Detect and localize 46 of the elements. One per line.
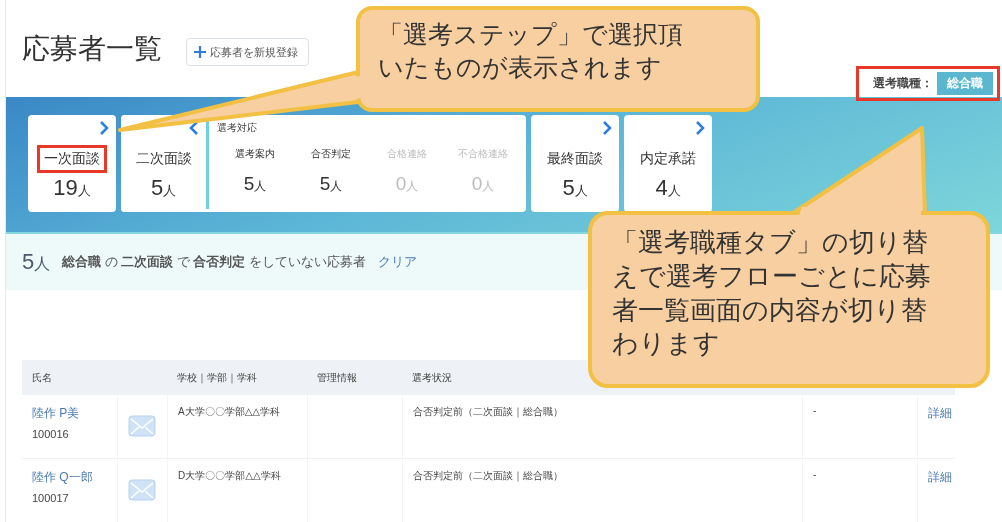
step-card[interactable]: 一次面談 19人 <box>28 115 116 212</box>
filter-description: 総合職 の 二次面談 で 合否判定 をしていない応募者 <box>62 253 366 271</box>
chevron-icon[interactable] <box>99 121 109 135</box>
step-count: 19人 <box>53 175 91 201</box>
column-header: 学校｜学部｜学科 <box>176 370 258 385</box>
column-header: 管理情報 <box>316 370 358 385</box>
substep-count: 0人 <box>395 173 419 195</box>
school-cell: D大学〇〇学部△△学科 <box>167 459 307 522</box>
add-applicant-button[interactable]: 応募者を新規登録 <box>186 38 309 66</box>
substep-count: 5人 <box>243 173 267 195</box>
group-title: 選考対応 <box>217 121 258 135</box>
plus-icon <box>193 45 207 59</box>
applicant-name-link[interactable]: 陸作 Q一郎 <box>32 469 117 486</box>
status-cell: 合否判定前（二次面談｜総合職） <box>402 395 802 458</box>
applicant-id: 100016 <box>32 428 70 440</box>
school-cell: A大学〇〇学部△△学科 <box>167 395 307 458</box>
callout-text: 「選考職種タブ」の切り替えで選考フローごとに応募者一覧画面の内容が切り替わります <box>612 226 932 361</box>
step-card[interactable]: 最終面談 5人 <box>531 115 619 212</box>
step-count: 5人 <box>150 175 177 201</box>
substep-count: 5人 <box>319 173 343 195</box>
column-header: 選考状況 <box>411 370 453 385</box>
substep-count: 0人 <box>471 173 495 195</box>
chevron-icon[interactable] <box>602 121 612 135</box>
substep-label[interactable]: 選考案内 <box>235 147 275 161</box>
column-header: 氏名 <box>31 370 53 385</box>
status-cell: 合否判定前（二次面談｜総合職） <box>402 459 802 522</box>
substep-label[interactable]: 合否判定 <box>311 147 351 161</box>
job-type-label: 選考職種： <box>873 75 933 92</box>
step-count: 5人 <box>562 175 588 201</box>
result-count: 5人 <box>22 249 51 275</box>
detail-link[interactable]: 詳細 <box>928 470 952 484</box>
step-card[interactable]: 内定承諾 4人 <box>624 115 712 212</box>
step-label: 内定承諾 <box>639 149 697 168</box>
page-title: 応募者一覧 <box>22 32 162 66</box>
callout-text: 「選考ステップ」で選択頂いたものが表示されます <box>378 19 684 83</box>
applicant-name-link[interactable]: 陸作 P美 <box>32 405 117 422</box>
step-label: 一次面談 <box>37 145 107 173</box>
step-label: 二次面談 <box>134 149 193 168</box>
table-cell: - <box>802 459 917 522</box>
applicant-id: 100017 <box>32 492 70 504</box>
chevron-icon[interactable] <box>695 121 705 135</box>
table-cell: - <box>802 395 917 458</box>
clear-link[interactable]: クリア <box>377 253 417 271</box>
step-label: 最終面談 <box>546 149 604 168</box>
detail-link[interactable]: 詳細 <box>928 406 952 420</box>
step-count: 4人 <box>655 175 681 201</box>
